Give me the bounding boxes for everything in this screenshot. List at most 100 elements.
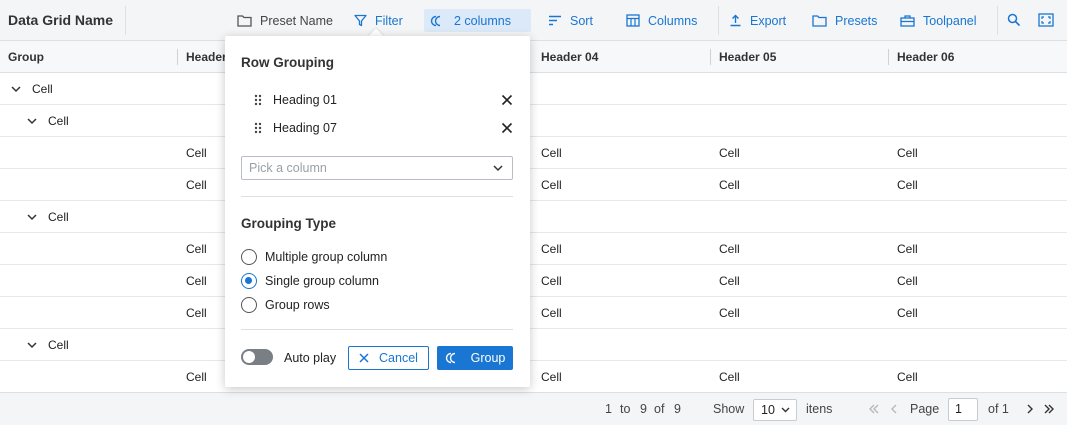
sort-button[interactable]: Sort [542,9,599,32]
group-icon [445,352,455,364]
range-to-word: to [620,402,631,416]
header-06[interactable]: Header 06 [889,41,954,73]
data-cell: Cell [897,306,918,320]
page-size-select[interactable]: 10 [753,399,797,421]
header-col-2[interactable]: Header [178,41,227,73]
group-row[interactable]: Cell [0,73,1067,105]
group-cell: Cell [48,338,69,352]
table-row[interactable]: Cell Cell Cell Cell [0,297,1067,329]
group-cell: Cell [48,210,69,224]
data-cell: Cell [541,242,562,256]
section-divider [241,329,513,330]
export-button[interactable]: Export [723,9,792,32]
grid-header: Group Header Header 04 Header 05 Header … [0,41,1067,73]
toolpanel-button[interactable]: Toolpanel [894,9,983,32]
radio-label: Single group column [265,274,379,288]
fullscreen-icon[interactable] [1037,11,1055,29]
data-cell: Cell [897,242,918,256]
chevron-down-icon[interactable] [10,83,22,95]
chevron-down-icon[interactable] [26,339,38,351]
remove-icon[interactable] [501,94,513,106]
radio-button[interactable] [241,249,257,265]
data-cell: Cell [186,306,207,320]
radio-button[interactable] [241,297,257,313]
data-cell: Cell [186,370,207,384]
pagination-bar: 1 to 9 of 9 Show 10 itens Page 1 of 1 [0,392,1067,425]
search-icon[interactable] [1005,11,1023,29]
table-row[interactable]: Cell Cell Cell Cell [0,169,1067,201]
page-number-input[interactable]: 1 [948,398,978,421]
prev-page-icon[interactable] [888,403,900,415]
row-grouping-title: Row Grouping [241,55,334,70]
data-cell: Cell [186,242,207,256]
data-cell: Cell [719,242,740,256]
range-of-word: of [654,402,665,416]
table-row[interactable]: Cell Cell Cell Cell [0,233,1067,265]
remove-icon[interactable] [501,122,513,134]
columns-icon [626,14,640,27]
data-cell: Cell [719,274,740,288]
table-row[interactable]: Cell Cell Cell Cell [0,137,1067,169]
first-page-icon[interactable] [868,403,880,415]
radio-single-group-column[interactable]: Single group column [241,272,379,290]
radio-group-rows[interactable]: Group rows [241,296,330,314]
cancel-button[interactable]: Cancel [348,346,429,370]
table-row[interactable]: Cell Cell Cell Cell [0,265,1067,297]
header-05[interactable]: Header 05 [711,41,776,73]
filter-label: Filter [375,13,403,28]
filter-button[interactable]: Filter [348,9,409,32]
page-of: of 1 [988,402,1009,416]
grouped-column-item[interactable]: Heading 01 [241,89,513,111]
header-04[interactable]: Header 04 [533,41,598,73]
table-row[interactable]: Cell Cell Cell Cell [0,361,1067,393]
grouped-column-label: Heading 01 [273,93,337,107]
data-cell: Cell [719,306,740,320]
toolbar-divider [718,6,719,35]
range-total: 9 [674,402,681,416]
columns-label: Columns [648,13,698,28]
data-cell: Cell [897,274,918,288]
pick-column-select[interactable]: Pick a column [241,156,513,180]
pick-column-placeholder: Pick a column [249,161,327,175]
last-page-icon[interactable] [1043,403,1055,415]
columns-button[interactable]: Columns [620,9,703,32]
drag-handle-icon[interactable] [251,94,265,106]
data-cell: Cell [541,178,562,192]
chevron-down-icon[interactable] [26,115,38,127]
group-cell: Cell [48,114,69,128]
data-cell: Cell [541,146,562,160]
group-icon [430,15,441,26]
grouped-column-item[interactable]: Heading 07 [241,117,513,139]
radio-multiple-group-column[interactable]: Multiple group column [241,248,387,266]
group-button[interactable]: Group [437,346,513,370]
grouping-type-title: Grouping Type [241,216,336,231]
chevron-down-icon[interactable] [26,211,38,223]
chevron-down-icon [781,407,790,413]
data-cell: Cell [897,370,918,384]
next-page-icon[interactable] [1024,403,1036,415]
preset-name-button[interactable]: Preset Name [231,9,339,32]
header-group[interactable]: Group [0,41,44,73]
radio-label: Multiple group column [265,250,388,264]
filter-icon [354,14,367,27]
upload-icon [730,14,741,27]
export-label: Export [750,13,787,28]
group-row[interactable]: Cell [0,329,1067,361]
toolbar: Data Grid Name Preset Name Filter 2 colu… [0,0,1067,41]
group-row[interactable]: Cell [0,201,1067,233]
drag-handle-icon[interactable] [251,122,265,134]
row-grouping-label: 2 columns [454,13,511,28]
presets-button[interactable]: Presets [806,9,883,32]
group-row[interactable]: Cell [0,105,1067,137]
section-divider [241,196,513,197]
presets-label: Presets [835,13,878,28]
toolbar-divider [997,6,998,35]
data-cell: Cell [186,146,207,160]
grid-title: Data Grid Name [8,12,114,28]
radio-button-selected[interactable] [241,273,257,289]
close-icon [359,353,369,363]
auto-play-toggle[interactable] [241,349,273,365]
row-grouping-button[interactable]: 2 columns [424,9,531,32]
data-cell: Cell [719,370,740,384]
items-label: itens [806,402,833,416]
